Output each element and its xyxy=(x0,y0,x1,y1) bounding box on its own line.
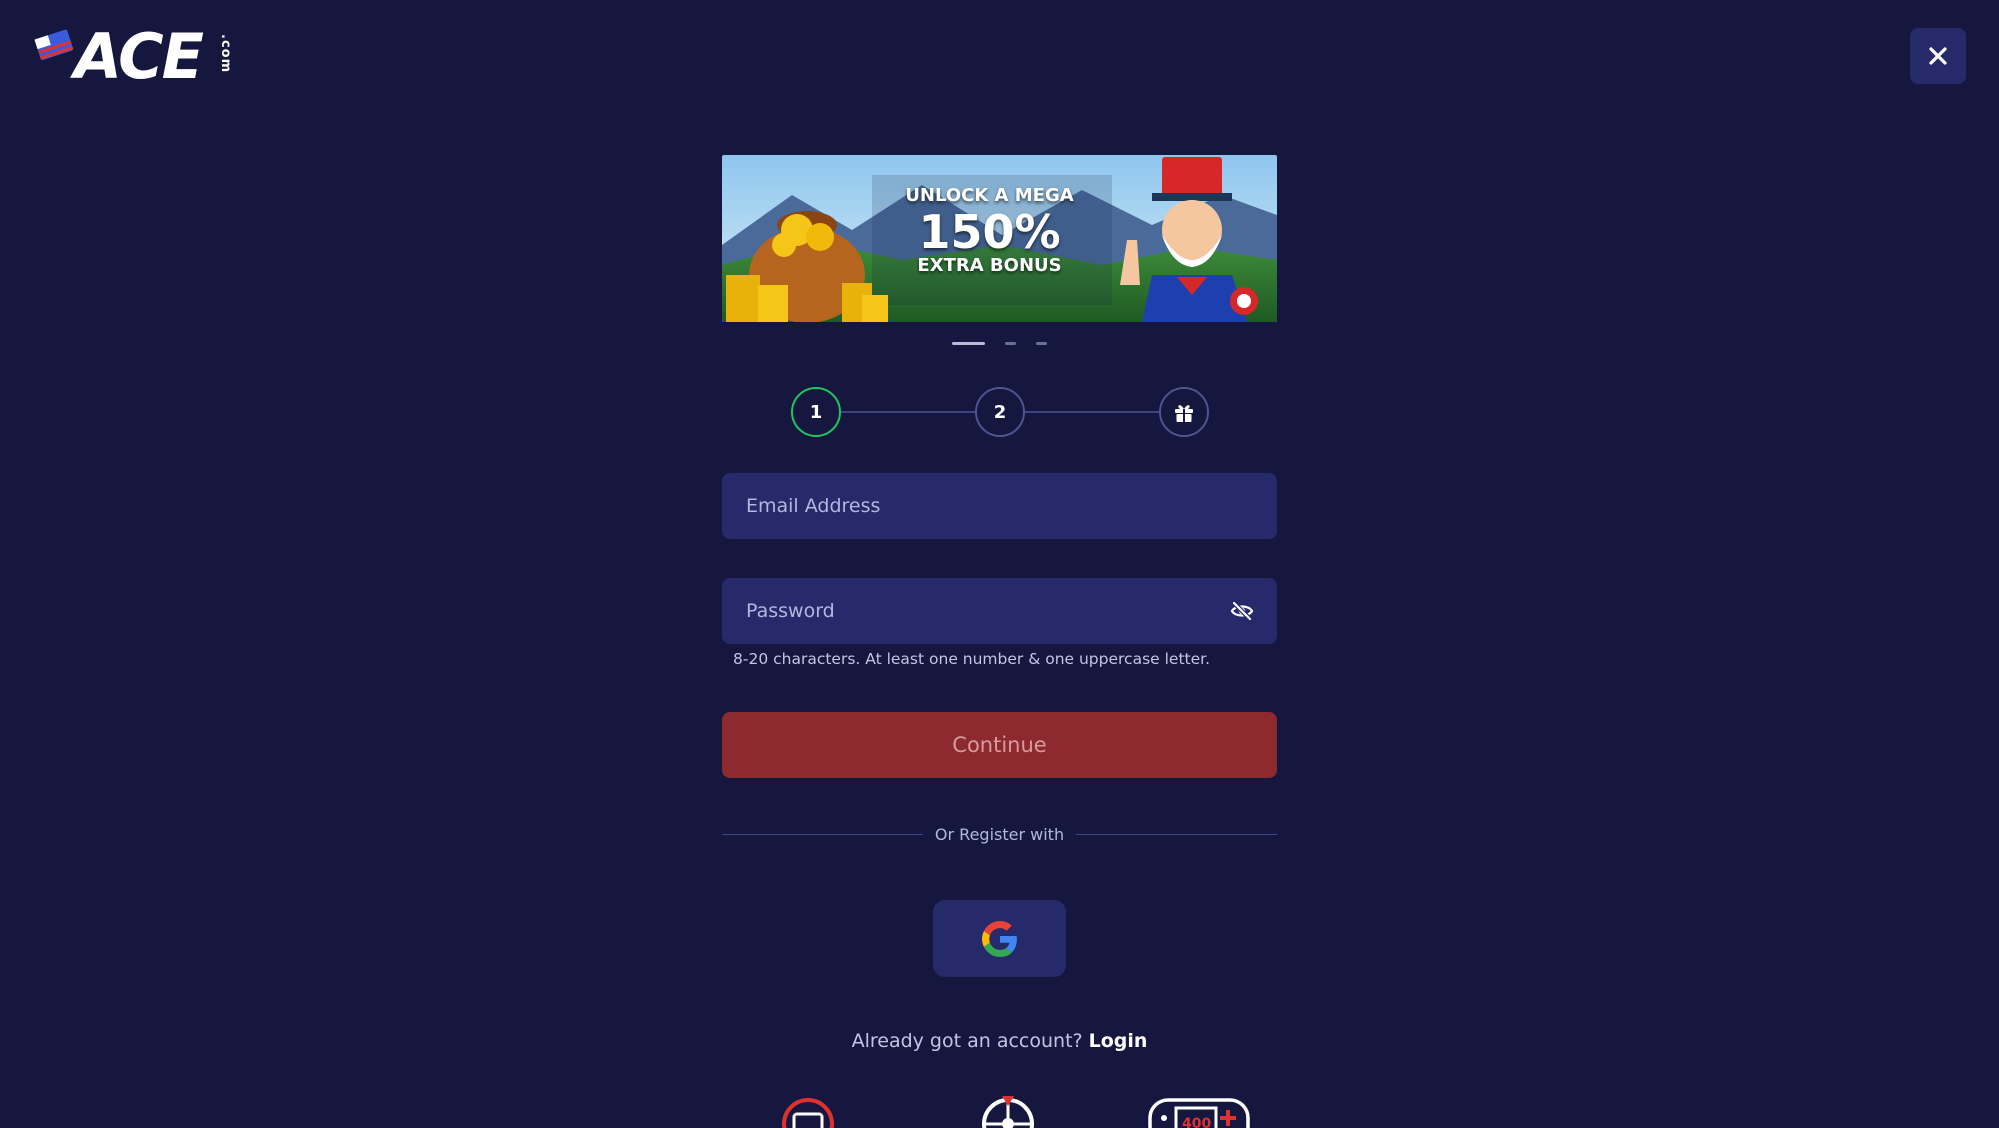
password-field[interactable] xyxy=(722,578,1277,644)
social-divider: Or Register with xyxy=(722,823,1278,845)
carousel-dot-3[interactable] xyxy=(1036,341,1047,345)
logo-wordmark: ACE xyxy=(74,20,204,93)
carousel-dot-1[interactable] xyxy=(952,341,985,345)
divider-line-left xyxy=(722,833,923,835)
email-input[interactable] xyxy=(744,494,1255,518)
banner-subline: EXTRA BONUS xyxy=(917,255,1062,276)
step-connector-2 xyxy=(1023,411,1161,413)
divider-text: Or Register with xyxy=(934,824,1065,844)
wheel-icon xyxy=(982,1096,1034,1128)
banner-percentage: 150% xyxy=(918,205,1061,259)
divider-line-right xyxy=(1076,833,1278,835)
login-prompt-row: Already got an account? Login xyxy=(722,1030,1277,1052)
ace-logo[interactable]: ACE .com xyxy=(32,20,233,93)
promo-banner[interactable]: UNLOCK A MEGA 150% EXTRA BONUS xyxy=(722,155,1277,322)
register-modal: ACE .com UNLOCK A MEGA 150% EXTRA BONUS … xyxy=(0,0,1999,1128)
feature-icons-row: 400 xyxy=(780,1096,1250,1128)
svg-text:400: 400 xyxy=(1182,1116,1211,1128)
google-register-button[interactable] xyxy=(933,900,1066,977)
login-link[interactable]: Login xyxy=(1089,1030,1148,1052)
close-button[interactable] xyxy=(1910,28,1966,84)
step-2-label: 2 xyxy=(993,401,1007,423)
toggle-password-visibility-button[interactable] xyxy=(1229,598,1255,624)
gift-icon xyxy=(1175,405,1193,422)
eye-off-icon xyxy=(1230,601,1254,621)
google-icon xyxy=(981,920,1017,957)
step-3-bonus xyxy=(1159,387,1209,437)
step-2: 2 xyxy=(975,387,1025,437)
password-hint: 8-20 characters. At least one number & o… xyxy=(733,650,1211,668)
banner-headline: UNLOCK A MEGA xyxy=(905,185,1074,206)
logo-suffix: .com xyxy=(218,34,233,74)
step-connector-1 xyxy=(839,411,977,413)
email-field[interactable] xyxy=(722,473,1277,539)
close-icon xyxy=(1929,47,1947,65)
carousel-dot-2[interactable] xyxy=(1005,341,1016,345)
no-card-icon xyxy=(782,1098,834,1128)
step-1: 1 xyxy=(791,387,841,437)
step-1-label: 1 xyxy=(809,401,823,423)
bonus-400-icon: 400 xyxy=(1148,1098,1250,1128)
login-prompt-text: Already got an account? xyxy=(851,1030,1083,1052)
registration-steps: 1 2 xyxy=(791,387,1209,437)
continue-button[interactable]: Continue xyxy=(722,712,1277,778)
carousel-dots xyxy=(952,341,1047,345)
password-input[interactable] xyxy=(744,599,1229,623)
